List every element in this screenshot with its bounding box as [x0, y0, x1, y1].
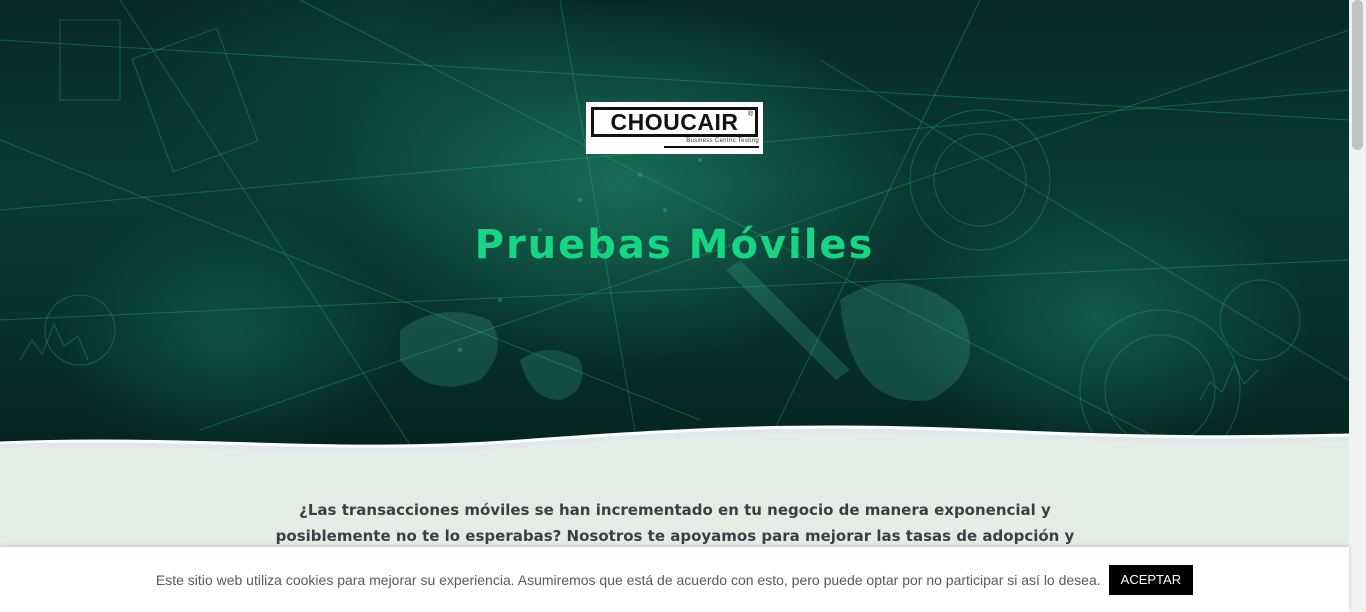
logo-underline [664, 146, 759, 148]
registered-mark: ® [747, 111, 753, 118]
page-scrollbar[interactable] [1349, 0, 1366, 612]
cookie-notice-text: Este sitio web utiliza cookies para mejo… [155, 571, 1101, 588]
cookie-consent-bar: Este sitio web utiliza cookies para mejo… [0, 547, 1349, 612]
page-title: Pruebas Móviles [474, 222, 875, 268]
choucair-logo[interactable]: CHOUCAIR ® Business Centric Testing [586, 102, 763, 154]
hero-wave-divider [0, 425, 1349, 460]
logo-wordmark: CHOUCAIR [610, 108, 739, 135]
logo-tagline: Business Centric Testing [686, 138, 759, 144]
hero-section: CHOUCAIR ® Business Centric Testing Prue… [0, 0, 1349, 460]
logo-wordmark-box: CHOUCAIR ® [591, 107, 758, 137]
accept-cookies-button[interactable]: ACEPTAR [1108, 564, 1194, 595]
scrollbar-thumb[interactable] [1352, 0, 1363, 150]
